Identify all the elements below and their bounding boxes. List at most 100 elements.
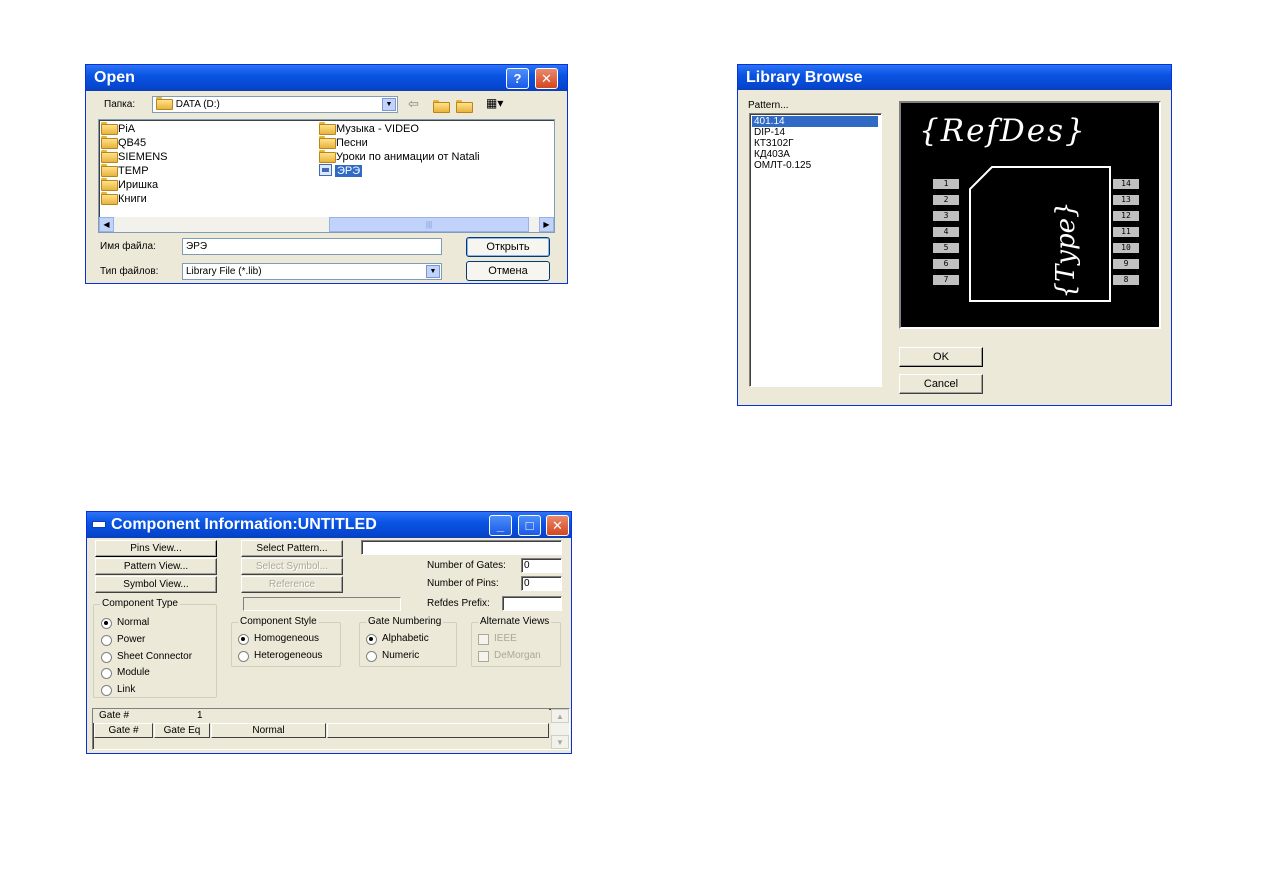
list-item[interactable]: КД403А bbox=[752, 149, 790, 160]
scroll-up-icon[interactable]: ▲ bbox=[551, 709, 569, 723]
filetype-dropdown[interactable]: Library File (*.lib) ▼ bbox=[182, 263, 442, 280]
list-item[interactable]: PiA bbox=[101, 122, 168, 136]
folder-icon bbox=[101, 164, 118, 177]
gate-header-value: 1 bbox=[197, 710, 203, 721]
chevron-down-icon[interactable]: ▼ bbox=[426, 265, 440, 278]
number-of-pins-input[interactable]: 0 bbox=[521, 576, 562, 591]
column-gate-number[interactable]: Gate # bbox=[94, 723, 153, 738]
list-item[interactable]: Уроки по анимации от Natali bbox=[319, 150, 480, 164]
column-normal[interactable]: Normal bbox=[211, 723, 326, 738]
radio-link[interactable]: Link bbox=[101, 684, 135, 696]
pins-view-button[interactable]: Pins View... bbox=[95, 540, 217, 557]
list-item[interactable]: Музыка - VIDEO bbox=[319, 122, 480, 136]
refdes-prefix-input[interactable] bbox=[502, 596, 562, 611]
file-list[interactable]: PiA QB45 SIEMENS TEMP Иришка Книги Музык… bbox=[98, 119, 555, 233]
radio-heterogeneous[interactable]: Heterogeneous bbox=[238, 650, 322, 662]
gate-header-row: Gate # 1 bbox=[93, 709, 549, 723]
maximize-icon[interactable]: □ bbox=[518, 515, 541, 536]
radio-power[interactable]: Power bbox=[101, 634, 145, 646]
filetype-value: Library File (*.lib) bbox=[186, 266, 262, 277]
filename-input[interactable]: ЭРЭ bbox=[182, 238, 442, 255]
chevron-down-icon[interactable]: ▼ bbox=[382, 98, 396, 111]
back-icon[interactable]: ⇦ bbox=[408, 96, 419, 112]
checkbox-ieee[interactable]: IEEE bbox=[478, 633, 517, 645]
select-pattern-button[interactable]: Select Pattern... bbox=[241, 540, 343, 557]
open-dialog: Open ? ✕ Папка: DATA (D:) ▼ ⇦ ▦▾ PiA QB4… bbox=[85, 64, 568, 284]
file-list-right-column: Музыка - VIDEO Песни Уроки по анимации о… bbox=[319, 122, 480, 178]
pin-pad: 12 bbox=[1113, 211, 1139, 221]
open-button[interactable]: Открыть bbox=[466, 237, 550, 257]
pin-pad: 2 bbox=[933, 195, 959, 205]
list-item-selected[interactable]: 401.14 bbox=[752, 116, 878, 127]
number-of-pins-label: Number of Pins: bbox=[427, 578, 499, 589]
radio-alphabetic[interactable]: Alphabetic bbox=[366, 633, 429, 645]
library-browse-title: Library Browse bbox=[746, 69, 863, 86]
component-info-title: Component Information:UNTITLED bbox=[111, 516, 377, 533]
symbol-view-button[interactable]: Symbol View... bbox=[95, 576, 217, 593]
vertical-scrollbar[interactable]: ▲ ▼ bbox=[551, 709, 569, 749]
reference-button[interactable]: Reference bbox=[241, 576, 343, 593]
gate-table[interactable]: Gate # 1 Gate # Gate Eq Normal ▲ ▼ bbox=[92, 708, 570, 750]
reference-field bbox=[243, 597, 401, 611]
pattern-preview: {RefDes} {Type} 1234567 14 13 12 11 10 9 8 bbox=[899, 101, 1161, 329]
close-icon[interactable]: ✕ bbox=[546, 515, 569, 536]
window-menu-icon[interactable] bbox=[92, 521, 106, 528]
column-empty bbox=[327, 723, 549, 738]
pattern-name-field[interactable] bbox=[361, 540, 562, 555]
open-dialog-titlebar[interactable]: Open bbox=[86, 65, 567, 91]
pin-pad: 6 bbox=[933, 259, 959, 269]
radio-numeric[interactable]: Numeric bbox=[366, 650, 419, 662]
component-info-window: Component Information:UNTITLED _ □ ✕ Pin… bbox=[86, 511, 572, 754]
minimize-icon[interactable]: _ bbox=[489, 515, 512, 536]
folder-icon bbox=[101, 122, 118, 135]
column-gate-eq[interactable]: Gate Eq bbox=[154, 723, 210, 738]
pattern-view-button[interactable]: Pattern View... bbox=[95, 558, 217, 575]
scroll-right-icon[interactable]: ▶ bbox=[539, 217, 554, 232]
select-symbol-button[interactable]: Select Symbol... bbox=[241, 558, 343, 575]
list-item[interactable]: DIP-14 bbox=[752, 127, 785, 138]
folder-icon bbox=[319, 150, 336, 163]
component-style-group: Component Style Homogeneous Heterogeneou… bbox=[231, 616, 341, 667]
scroll-thumb[interactable]: ||| bbox=[329, 217, 529, 232]
checkbox-demorgan[interactable]: DeMorgan bbox=[478, 650, 541, 662]
look-in-value: DATA (D:) bbox=[175, 99, 220, 110]
library-browse-titlebar[interactable]: Library Browse bbox=[738, 65, 1171, 90]
pin-pad: 8 bbox=[1113, 275, 1139, 285]
list-item[interactable]: TEMP bbox=[101, 164, 168, 178]
gate-header-label: Gate # bbox=[99, 710, 130, 721]
list-item[interactable]: SIEMENS bbox=[101, 150, 168, 164]
pattern-list[interactable]: 401.14 DIP-14 КТ3102Г КД403А ОМЛТ-0.125 bbox=[749, 113, 882, 387]
pin-pad: 5 bbox=[933, 243, 959, 253]
scroll-down-icon[interactable]: ▼ bbox=[551, 735, 569, 749]
horizontal-scrollbar[interactable]: ◀ ||| ▶ bbox=[99, 217, 554, 232]
list-item[interactable]: QB45 bbox=[101, 136, 168, 150]
pin-pad: 4 bbox=[933, 227, 959, 237]
radio-normal[interactable]: Normal bbox=[101, 617, 149, 629]
ok-button[interactable]: OK bbox=[899, 347, 983, 367]
close-button[interactable]: ✕ bbox=[535, 68, 558, 89]
radio-module[interactable]: Module bbox=[101, 667, 150, 679]
gate-numbering-title: Gate Numbering bbox=[366, 616, 444, 628]
radio-sheet-connector[interactable]: Sheet Connector bbox=[101, 651, 192, 663]
list-item[interactable]: Книги bbox=[101, 192, 168, 206]
list-item-selected[interactable]: ЭРЭ bbox=[319, 164, 480, 178]
look-in-dropdown[interactable]: DATA (D:) ▼ bbox=[152, 96, 398, 113]
list-item[interactable]: ОМЛТ-0.125 bbox=[752, 160, 811, 171]
type-text: {Type} bbox=[1051, 201, 1081, 299]
radio-homogeneous[interactable]: Homogeneous bbox=[238, 633, 319, 645]
new-folder-icon[interactable] bbox=[456, 100, 473, 113]
list-item[interactable]: Песни bbox=[319, 136, 480, 150]
view-menu-icon[interactable]: ▦▾ bbox=[486, 96, 503, 110]
cancel-button[interactable]: Cancel bbox=[899, 374, 983, 394]
list-item[interactable]: Иришка bbox=[101, 178, 168, 192]
pin-pad: 9 bbox=[1113, 259, 1139, 269]
up-folder-icon[interactable] bbox=[433, 100, 450, 113]
library-file-icon bbox=[319, 164, 332, 176]
number-of-gates-input[interactable]: 0 bbox=[521, 558, 562, 573]
list-item[interactable]: КТ3102Г bbox=[752, 138, 794, 149]
alternate-views-group: Alternate Views IEEE DeMorgan bbox=[471, 616, 561, 667]
help-button[interactable]: ? bbox=[506, 68, 529, 89]
gate-numbering-group: Gate Numbering Alphabetic Numeric bbox=[359, 616, 457, 667]
scroll-left-icon[interactable]: ◀ bbox=[99, 217, 114, 232]
cancel-button[interactable]: Отмена bbox=[466, 261, 550, 281]
